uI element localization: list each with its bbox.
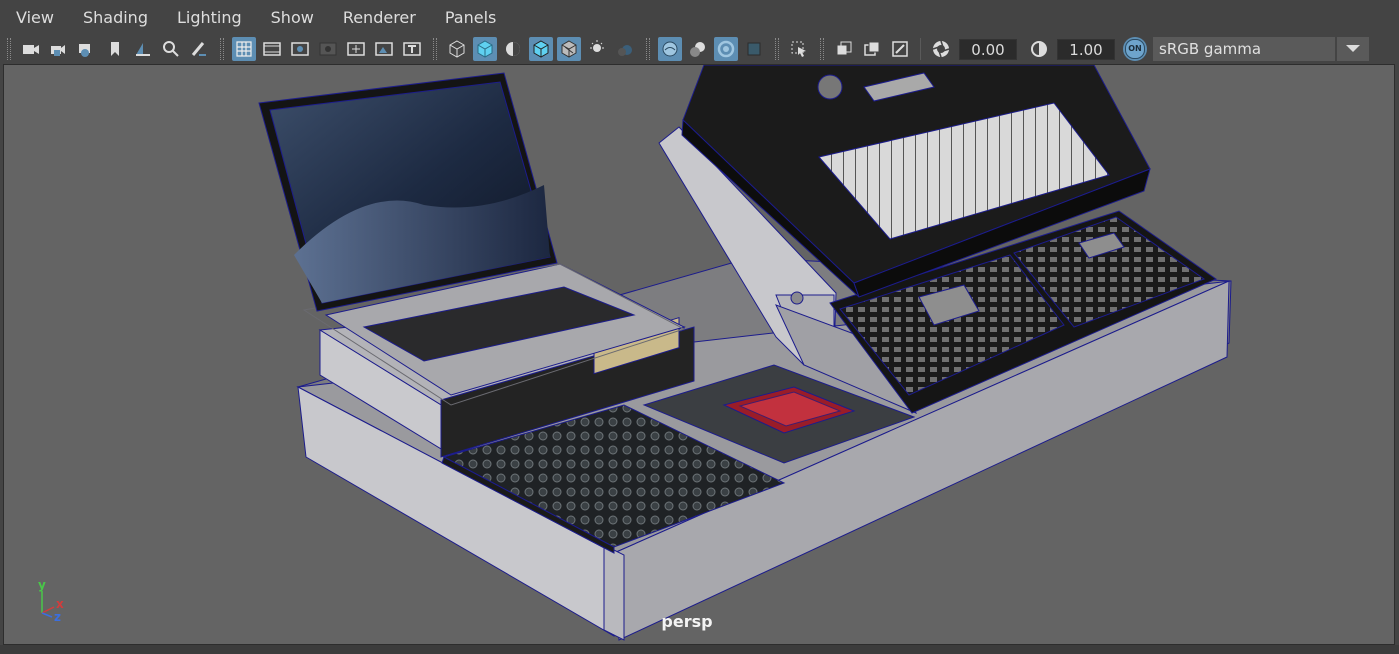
anti-aliasing-icon[interactable]: [714, 37, 738, 61]
camera-icon[interactable]: [19, 37, 43, 61]
3d-viewport[interactable]: persp y x z: [3, 64, 1395, 645]
menu-renderer[interactable]: Renderer: [327, 0, 429, 34]
axis-z-label: z: [54, 610, 61, 624]
grid-icon[interactable]: [232, 37, 256, 61]
toolbar-grip[interactable]: [820, 38, 824, 60]
bookmark-icon[interactable]: [103, 37, 127, 61]
motion-blur-icon[interactable]: [686, 37, 710, 61]
toolbar-grip[interactable]: [220, 38, 224, 60]
axis-gizmo: y x z: [38, 578, 64, 624]
menu-lighting[interactable]: Lighting: [161, 0, 255, 34]
chevron-down-icon[interactable]: [1337, 37, 1369, 61]
color-management-label: ON: [1125, 39, 1145, 59]
xray-icon[interactable]: [557, 37, 581, 61]
gamma-icon[interactable]: [1027, 37, 1051, 61]
toolbar-grip[interactable]: [646, 38, 650, 60]
menu-view[interactable]: View: [0, 0, 67, 34]
wireframe-icon[interactable]: [445, 37, 469, 61]
shadows-icon[interactable]: [613, 37, 637, 61]
depth-of-field-icon[interactable]: [742, 37, 766, 61]
paint-brush-icon[interactable]: [187, 37, 211, 61]
backface-culling-icon[interactable]: [888, 37, 912, 61]
smooth-shade-icon[interactable]: [473, 37, 497, 61]
film-gate-icon[interactable]: [260, 37, 284, 61]
use-all-lights-icon[interactable]: [585, 37, 609, 61]
menu-panels[interactable]: Panels: [429, 0, 510, 34]
panel-toolbar: 0.00 1.00 ON sRGB gamma: [0, 34, 1399, 64]
safe-title-icon[interactable]: [400, 37, 424, 61]
exposure-icon[interactable]: [929, 37, 953, 61]
field-chart-icon[interactable]: [344, 37, 368, 61]
maya-viewport-panel: View Shading Lighting Show Renderer Pane…: [0, 0, 1399, 654]
camera-label: persp: [661, 612, 713, 631]
safe-action-icon[interactable]: [372, 37, 396, 61]
xray-joints-icon[interactable]: [832, 37, 856, 61]
toolbar-separator: [920, 38, 921, 60]
exposure-field[interactable]: 0.00: [959, 38, 1017, 60]
toolbar-grip[interactable]: [433, 38, 437, 60]
axis-y-label: y: [38, 578, 46, 592]
xray-active-components-icon[interactable]: [860, 37, 884, 61]
view-transform-dropdown[interactable]: sRGB gamma: [1153, 37, 1335, 61]
camera-attributes-icon[interactable]: [75, 37, 99, 61]
frame-selection-icon[interactable]: [159, 37, 183, 61]
scene-render: [258, 65, 1232, 641]
color-management-toggle[interactable]: ON: [1123, 37, 1147, 61]
gate-mask-icon[interactable]: [316, 37, 340, 61]
default-material-icon[interactable]: [501, 37, 525, 61]
toolbar-grip[interactable]: [7, 38, 11, 60]
menu-show[interactable]: Show: [255, 0, 327, 34]
image-plane-icon[interactable]: [131, 37, 155, 61]
gamma-field[interactable]: 1.00: [1057, 38, 1115, 60]
lock-camera-icon[interactable]: [47, 37, 71, 61]
wireframe-on-shaded-icon[interactable]: [529, 37, 553, 61]
panel-menu-bar: View Shading Lighting Show Renderer Pane…: [0, 0, 1399, 34]
screen-space-ao-icon[interactable]: [658, 37, 682, 61]
toolbar-grip[interactable]: [775, 38, 779, 60]
menu-shading[interactable]: Shading: [67, 0, 161, 34]
axis-x-label: x: [56, 597, 64, 611]
panel-bottom-edge: [0, 645, 1399, 654]
isolate-select-icon[interactable]: [787, 37, 811, 61]
resolution-gate-icon[interactable]: [288, 37, 312, 61]
